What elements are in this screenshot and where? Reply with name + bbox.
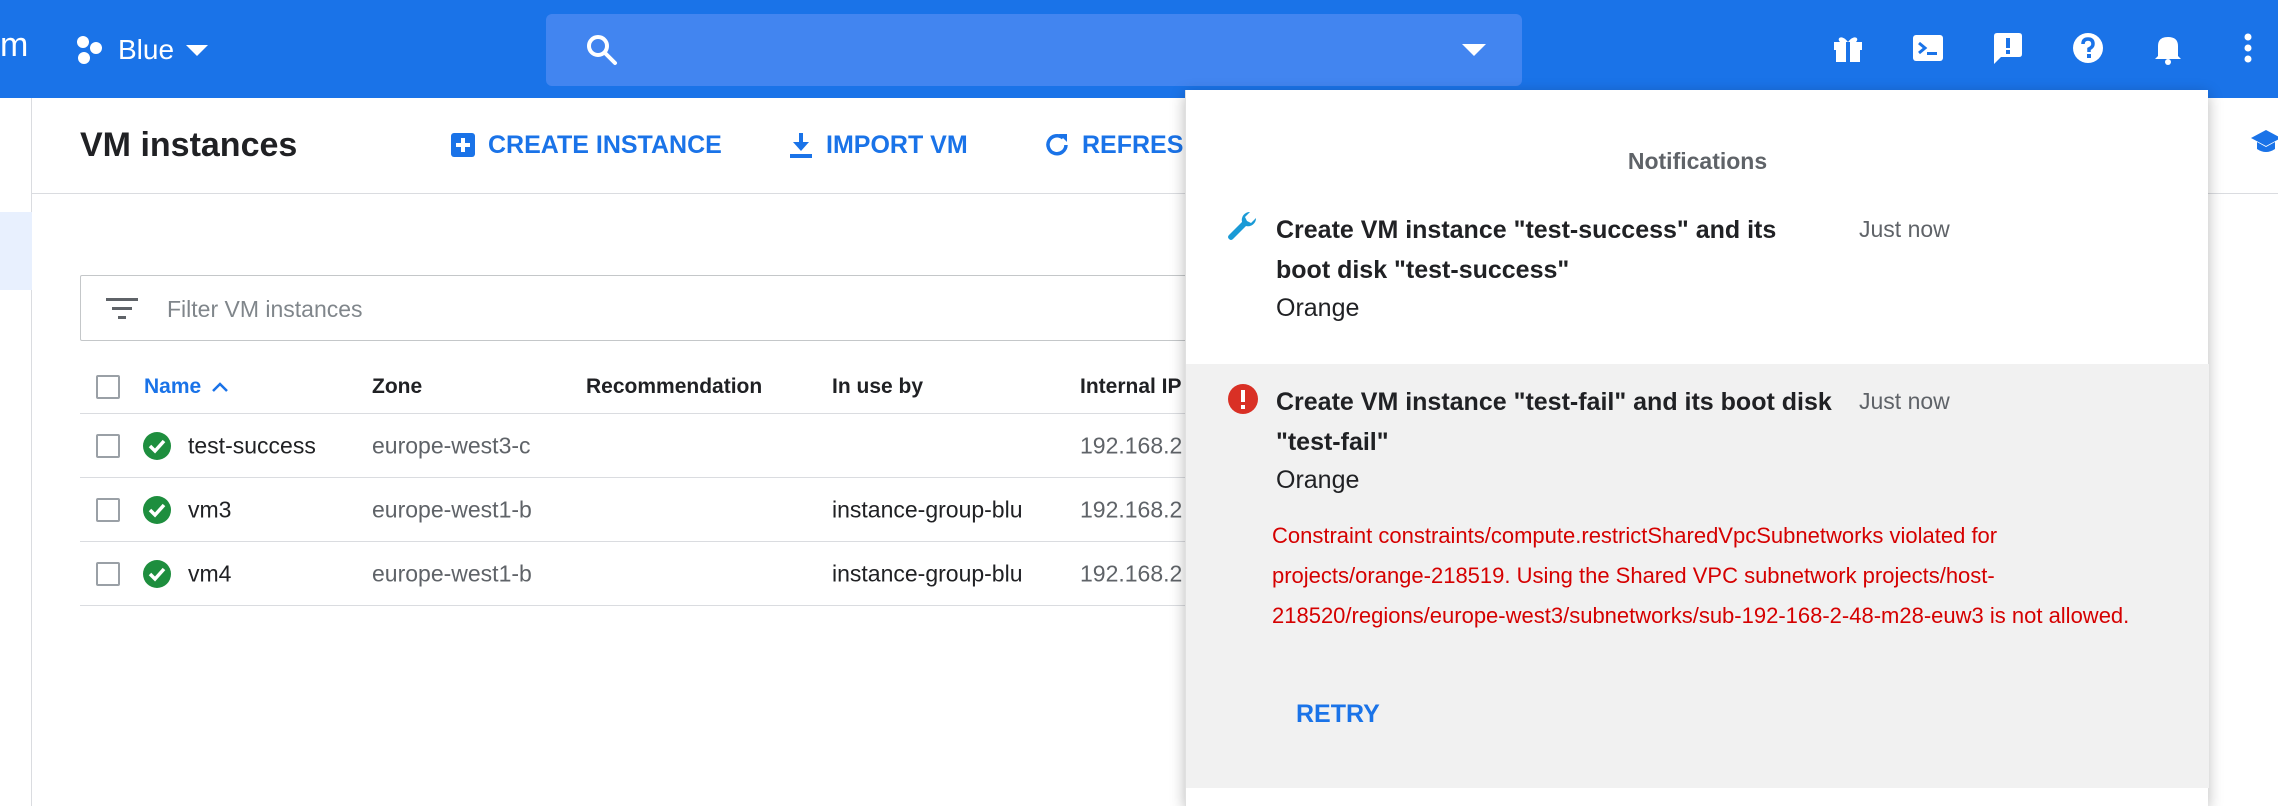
instance-in-use-by[interactable]: instance-group-blu bbox=[832, 496, 1023, 523]
column-header-internal-ip[interactable]: Internal IP bbox=[1080, 375, 1182, 399]
page-title: VM instances bbox=[80, 126, 298, 164]
notification-error-message: Constraint constraints/compute.restrictS… bbox=[1272, 523, 2130, 628]
table-row[interactable]: vm4 europe-west1-b instance-group-blu 19… bbox=[80, 542, 1300, 606]
column-header-in-use-by[interactable]: In use by bbox=[832, 375, 923, 399]
project-name: Blue bbox=[118, 34, 175, 65]
instance-internal-ip: 192.168.2 bbox=[1080, 432, 1183, 458]
vm-instances-table: Name Zone Recommendation In use by Inter… bbox=[80, 360, 1300, 606]
column-header-zone[interactable]: Zone bbox=[372, 375, 422, 399]
filter-placeholder: Filter VM instances bbox=[167, 296, 363, 322]
filter-list-icon bbox=[106, 298, 138, 319]
instance-name[interactable]: test-success bbox=[188, 432, 316, 459]
instance-internal-ip: 192.168.2 bbox=[1080, 560, 1183, 586]
add-box-icon bbox=[451, 133, 475, 157]
select-all-checkbox[interactable] bbox=[96, 374, 120, 399]
notification-item[interactable]: Create VM instance "test-success" and it… bbox=[1186, 210, 2209, 364]
gift-icon[interactable] bbox=[1830, 30, 1866, 66]
project-selector[interactable]: Blue bbox=[74, 26, 209, 74]
table-header: Name Zone Recommendation In use by Inter… bbox=[80, 360, 1300, 414]
notifications-title: Notifications bbox=[1627, 148, 1768, 174]
create-instance-button[interactable]: CREATE INSTANCE bbox=[448, 130, 722, 160]
status-ok-icon bbox=[143, 559, 171, 588]
column-header-recommendation[interactable]: Recommendation bbox=[586, 375, 762, 399]
instance-name[interactable]: vm4 bbox=[188, 560, 231, 587]
row-checkbox[interactable] bbox=[96, 561, 120, 586]
row-checkbox[interactable] bbox=[96, 433, 120, 458]
product-name-fragment: m bbox=[0, 26, 29, 64]
column-header-name[interactable]: Name bbox=[144, 375, 229, 399]
search-bar[interactable] bbox=[546, 14, 1522, 86]
import-vm-label: IMPORT VM bbox=[826, 130, 968, 159]
table-row[interactable]: test-success europe-west3-c 192.168.2 bbox=[80, 414, 1300, 478]
sidebar-selected-item[interactable] bbox=[0, 212, 32, 290]
school-icon bbox=[2251, 130, 2278, 152]
instance-zone: europe-west3-c bbox=[372, 432, 531, 458]
sort-ascending-icon bbox=[212, 381, 229, 392]
column-name-label: Name bbox=[144, 374, 202, 398]
download-icon bbox=[790, 133, 812, 158]
refresh-icon bbox=[1046, 133, 1068, 156]
wrench-icon bbox=[1228, 211, 1257, 240]
search-dropdown-icon[interactable] bbox=[1462, 44, 1486, 56]
instance-name[interactable]: vm3 bbox=[188, 496, 231, 523]
notifications-panel: Notifications Create VM instance "test-s… bbox=[1185, 90, 2209, 806]
help-icon[interactable] bbox=[2070, 30, 2106, 66]
notification-project: Orange bbox=[1276, 294, 1360, 322]
notification-title: Create VM instance "test-success" and it… bbox=[1276, 216, 1777, 284]
top-app-bar: m Blue bbox=[0, 0, 2278, 98]
retry-button[interactable]: RETRY bbox=[1296, 700, 1380, 729]
chevron-down-icon bbox=[186, 44, 209, 56]
instance-zone: europe-west1-b bbox=[372, 560, 532, 586]
table-row[interactable]: vm3 europe-west1-b instance-group-blu 19… bbox=[80, 478, 1300, 542]
create-instance-label: CREATE INSTANCE bbox=[488, 130, 722, 159]
notifications-bell-icon[interactable] bbox=[2150, 30, 2186, 66]
import-vm-button[interactable]: IMPORT VM bbox=[786, 130, 968, 160]
sidebar-rail bbox=[0, 98, 32, 806]
row-checkbox[interactable] bbox=[96, 497, 120, 522]
refresh-label: REFRESH bbox=[1082, 130, 1202, 159]
feedback-icon[interactable] bbox=[1990, 30, 2026, 66]
notification-title: Create VM instance "test-fail" and its b… bbox=[1276, 388, 1832, 456]
filter-input[interactable]: Filter VM instances bbox=[80, 275, 1300, 341]
instance-internal-ip: 192.168.2 bbox=[1080, 496, 1183, 522]
status-ok-icon bbox=[143, 431, 171, 460]
instance-in-use-by[interactable]: instance-group-blu bbox=[832, 560, 1023, 587]
notification-project: Orange bbox=[1276, 466, 1360, 494]
refresh-button[interactable]: REFRESH bbox=[1042, 130, 1201, 160]
notification-time: Just now bbox=[1859, 388, 1950, 414]
cloud-shell-icon[interactable] bbox=[1910, 30, 1946, 66]
notification-item-error[interactable]: Create VM instance "test-fail" and its b… bbox=[1186, 364, 2209, 788]
learn-button[interactable]: L bbox=[2250, 126, 2278, 158]
project-dots-icon bbox=[77, 36, 102, 64]
search-icon bbox=[587, 35, 617, 65]
status-ok-icon bbox=[143, 495, 171, 524]
error-icon bbox=[1228, 384, 1258, 414]
notification-time: Just now bbox=[1859, 216, 1950, 242]
more-vert-icon[interactable] bbox=[2230, 30, 2266, 66]
instance-zone: europe-west1-b bbox=[372, 496, 532, 522]
